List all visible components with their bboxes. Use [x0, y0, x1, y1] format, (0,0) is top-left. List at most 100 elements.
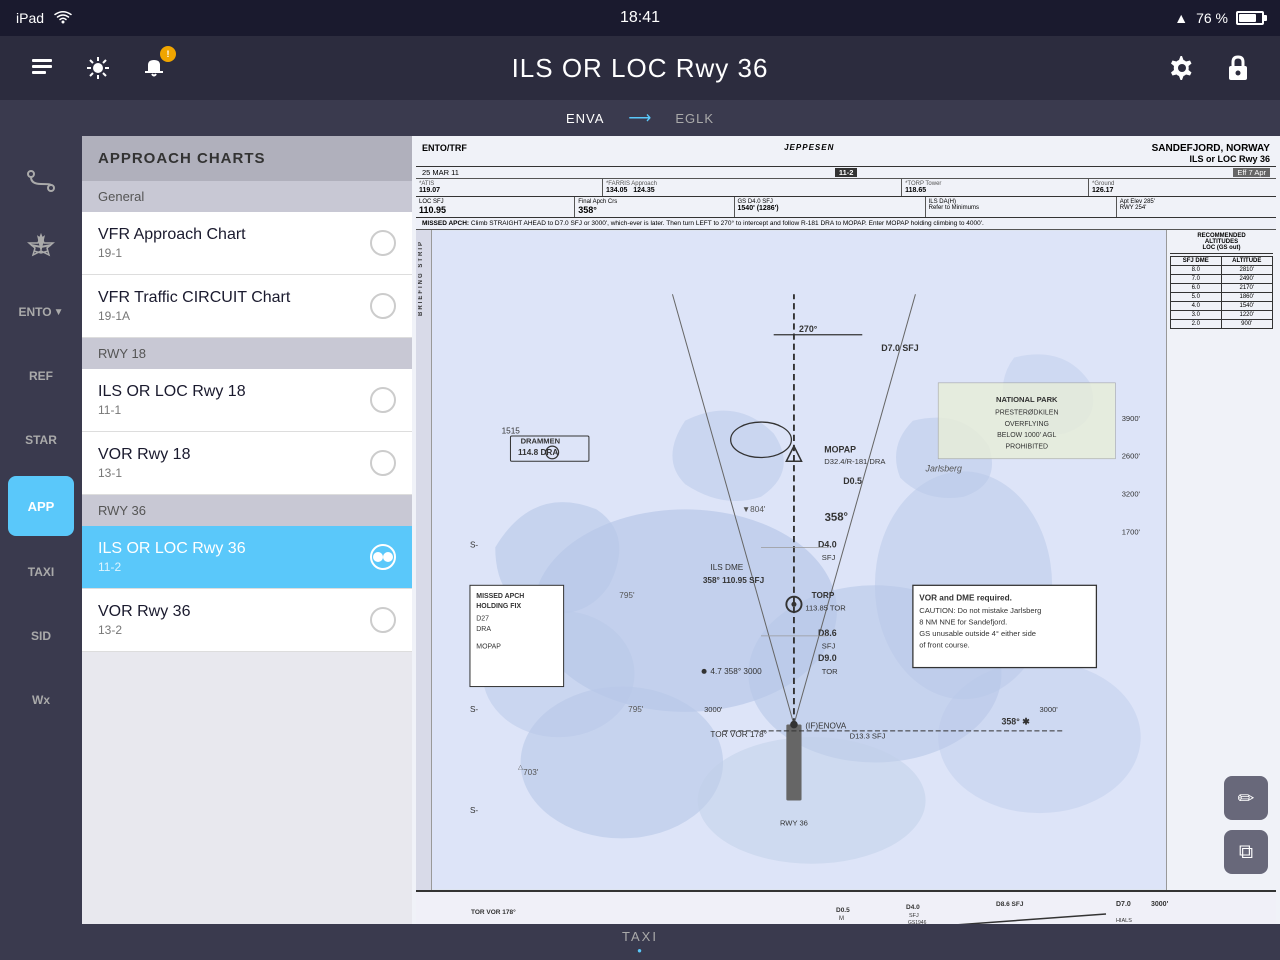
status-bar: iPad 18:41 ▲ 76 %	[0, 0, 1280, 36]
svg-text:270°: 270°	[799, 324, 818, 334]
wifi-icon	[54, 10, 72, 27]
chart-radio[interactable]	[370, 230, 396, 256]
svg-text:D32.4/R-181 DRA: D32.4/R-181 DRA	[824, 457, 886, 466]
rwy-label: RWY 254'	[1120, 205, 1273, 211]
nav-item-ref[interactable]: REF	[0, 346, 82, 406]
alt-val: 900'	[1222, 319, 1273, 328]
svg-text:D7.0 SFJ: D7.0 SFJ	[881, 343, 918, 353]
nav-item-wx[interactable]: Wx	[0, 670, 82, 730]
svg-text:BELOW 1000' AGL: BELOW 1000' AGL	[997, 432, 1056, 439]
atis-freq: 119.07	[419, 187, 599, 194]
svg-text:D7.0: D7.0	[1116, 901, 1131, 908]
chart-eff: Eff 7 Apr	[1233, 168, 1270, 177]
tab-arrow: ⟶	[624, 108, 655, 128]
notification-icon[interactable]: !	[136, 50, 172, 86]
altitude-header: ALTITUDE	[1222, 257, 1273, 265]
nav-item-sid[interactable]: SID	[0, 606, 82, 666]
svg-text:TOR: TOR	[822, 667, 838, 676]
status-right: ▲ 76 %	[1174, 10, 1264, 26]
chart-radio[interactable]	[370, 450, 396, 476]
chart-name: VFR Traffic CIRCUIT Chart	[98, 289, 290, 307]
chart-radio[interactable]	[370, 293, 396, 319]
svg-text:DRA: DRA	[476, 626, 491, 633]
chart-container[interactable]: ENTO/TRF JEPPESEN SANDEFJORD, NORWAY ILS…	[412, 136, 1280, 924]
svg-text:358°: 358°	[824, 511, 848, 524]
chart-radio-active[interactable]	[370, 544, 396, 570]
profile-svg: TOR VOR 178° 3000' RWY D0.5 M D4.0 S	[422, 894, 1270, 924]
svg-text:D4.0: D4.0	[906, 904, 920, 911]
chart-date-row: 25 MAR 11 11-2 Eff 7 Apr	[416, 167, 1276, 179]
chart-item-ils-18[interactable]: ILS OR LOC Rwy 18 11-1	[82, 369, 412, 432]
svg-text:PRESTERØDKILEN: PRESTERØDKILEN	[995, 409, 1058, 416]
brightness-icon[interactable]	[80, 50, 116, 86]
chart-name: ILS OR LOC Rwy 18	[98, 383, 246, 401]
chart-item-ils-36[interactable]: ILS OR LOC Rwy 36 11-2	[82, 526, 412, 589]
tab-enva[interactable]: ENVA	[546, 105, 624, 132]
nav-item-app[interactable]: APP	[8, 476, 74, 536]
chart-item-vfr-approach[interactable]: VFR Approach Chart 19-1	[82, 212, 412, 275]
jeppesen-chart: ENTO/TRF JEPPESEN SANDEFJORD, NORWAY ILS…	[412, 136, 1280, 924]
svg-text:4.7 358° 3000: 4.7 358° 3000	[710, 667, 762, 676]
profile-view: TOR VOR 178° 3000' RWY D0.5 M D4.0 S	[416, 890, 1276, 924]
svg-text:Jarlsberg: Jarlsberg	[925, 463, 962, 473]
svg-text:(IF)ENOVA: (IF)ENOVA	[805, 721, 846, 730]
chart-jeppesen-logo: JEPPESEN	[784, 143, 834, 152]
chart-airport-code: ENTO/TRF	[422, 143, 467, 153]
nav-item-flight[interactable]	[0, 218, 82, 278]
wx-label: Wx	[32, 693, 50, 707]
svg-text:TORP: TORP	[812, 591, 835, 600]
loc-freq: 110.95	[419, 205, 571, 215]
copy-fab[interactable]: ⧉	[1224, 830, 1268, 874]
edit-fab[interactable]: ✏	[1224, 776, 1268, 820]
ils-value: Refer to Minimums	[929, 205, 1113, 211]
alt-row: 5.0	[1171, 292, 1222, 301]
chart-number: 13-2	[98, 623, 190, 637]
chart-number: 19-1A	[98, 309, 290, 323]
notification-badge-dot: !	[160, 46, 176, 62]
chart-radio[interactable]	[370, 607, 396, 633]
chart-info: ILS OR LOC Rwy 18 11-1	[98, 383, 246, 417]
svg-text:HIALS: HIALS	[1116, 918, 1132, 924]
alt-table-header: RECOMMENDEDALTITUDESLOC (GS out)	[1170, 233, 1273, 254]
svg-text:GS unusable outside 4° either: GS unusable outside 4° either side	[919, 629, 1036, 638]
route-icon	[27, 170, 55, 198]
title-bar: ! ILS OR LOC Rwy 36	[0, 36, 1280, 100]
svg-text:114.8 DRA: 114.8 DRA	[518, 448, 558, 457]
svg-text:D0.5: D0.5	[843, 476, 862, 486]
nav-item-star[interactable]: STAR	[0, 410, 82, 470]
svg-text:MOPAP: MOPAP	[824, 444, 856, 454]
chart-info: VOR Rwy 18 13-1	[98, 446, 190, 480]
content-area: ENTO/TRF JEPPESEN SANDEFJORD, NORWAY ILS…	[412, 136, 1280, 924]
chart-item-vfr-circuit[interactable]: VFR Traffic CIRCUIT Chart 19-1A	[82, 275, 412, 338]
left-nav: ENTO ▼ REF STAR APP TAXI SID Wx	[0, 136, 82, 924]
svg-text:TOR VOR 178°: TOR VOR 178°	[471, 908, 516, 916]
bottom-tab-label[interactable]: TAXI	[622, 929, 658, 944]
chart-item-vor-18[interactable]: VOR Rwy 18 13-1	[82, 432, 412, 495]
lock-icon[interactable]	[1220, 50, 1256, 86]
sid-label: SID	[31, 629, 51, 643]
chart-item-vor-36[interactable]: VOR Rwy 36 13-2	[82, 589, 412, 652]
svg-text:D8.6: D8.6	[818, 628, 837, 638]
svg-text:PROHIBITED: PROHIBITED	[1006, 444, 1049, 451]
tab-eglk[interactable]: EGLK	[655, 105, 734, 132]
chart-radio[interactable]	[370, 387, 396, 413]
svg-text:2600': 2600'	[1122, 452, 1141, 461]
alt-val: 1540'	[1222, 301, 1273, 310]
nav-item-ento[interactable]: ENTO ▼	[0, 282, 82, 342]
svg-text:113.85 TOR: 113.85 TOR	[805, 604, 846, 613]
nav-item-taxi[interactable]: TAXI	[0, 542, 82, 602]
chart-date: 25 MAR 11	[422, 168, 459, 177]
chart-body: BRIEFING STRIP	[416, 230, 1276, 890]
chart-info: VFR Approach Chart 19-1	[98, 226, 246, 260]
section-general: General	[82, 181, 412, 212]
svg-text:3000': 3000'	[704, 705, 723, 714]
status-left: iPad	[16, 10, 72, 27]
edit-icon: ✏	[1238, 786, 1255, 811]
sidebar: APPROACH CHARTS General VFR Approach Cha…	[82, 136, 412, 924]
nav-item-route[interactable]	[0, 154, 82, 214]
chart-name: VOR Rwy 18	[98, 446, 190, 464]
settings-icon[interactable]	[1164, 50, 1200, 86]
alt-row: 2.0	[1171, 319, 1222, 328]
notes-icon[interactable]	[24, 50, 60, 86]
alt-row: 7.0	[1171, 274, 1222, 283]
